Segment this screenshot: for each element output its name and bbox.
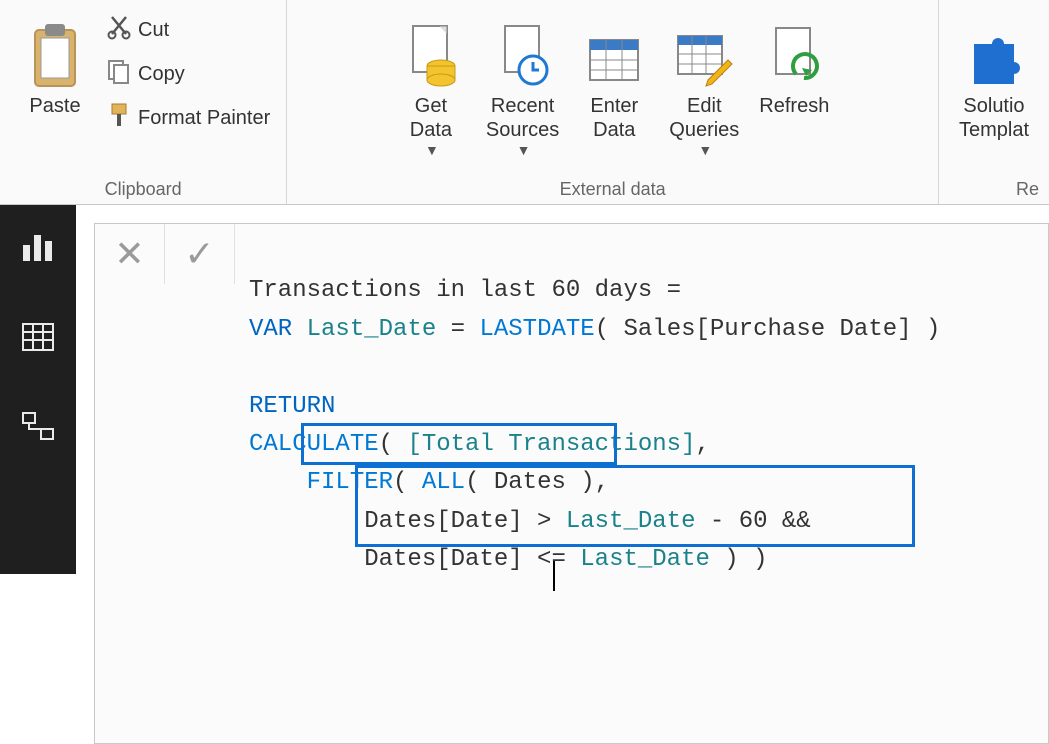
format-painter-label: Format Painter (138, 107, 270, 130)
caret-icon: ▼ (425, 142, 439, 159)
refresh-label: Refresh (759, 94, 829, 118)
paste-button[interactable]: Paste (10, 4, 100, 164)
formula-editor[interactable]: Transactions in last 60 days = VAR Last_… (235, 224, 954, 743)
paste-label: Paste (29, 94, 80, 118)
edit-queries-button[interactable]: Edit Queries▼ (659, 4, 749, 164)
code-text: Dates[Date] > (364, 508, 566, 535)
code-text: ( Sales[Purchase Date] ) (595, 316, 941, 343)
recent-sources-button[interactable]: Recent Sources▼ (476, 4, 569, 164)
table-pencil-icon (674, 10, 734, 90)
code-text: ( Dates ) (465, 469, 595, 496)
canvas-zone: ✕ ✓ Transactions in last 60 days = VAR L… (76, 205, 1049, 574)
var-name: Last_Date (307, 316, 437, 343)
fn-lastdate: LASTDATE (479, 316, 594, 343)
fn-filter: FILTER (307, 469, 393, 496)
code-text: , (695, 431, 709, 458)
indent (249, 546, 364, 573)
ribbon: Paste Cut Copy (0, 0, 1049, 205)
cut-label: Cut (138, 19, 169, 42)
formula-cancel-button[interactable]: ✕ (95, 224, 165, 284)
copy-button[interactable]: Copy (100, 52, 276, 96)
code-text: ( (393, 469, 422, 496)
get-data-button[interactable]: Get Data▼ (386, 4, 476, 164)
refresh-button[interactable]: Refresh (749, 4, 839, 164)
solution-templates-button[interactable]: Solutio Templat (949, 4, 1039, 164)
var-ref: Last_Date (566, 508, 696, 535)
enter-data-label: Enter Data (590, 94, 638, 142)
group-clipboard: Paste Cut Copy (0, 0, 287, 204)
code-text: = (551, 546, 580, 573)
recent-sources-label: Recent Sources (486, 94, 559, 142)
code-text: = (436, 316, 479, 343)
brush-icon (106, 102, 132, 134)
page-clock-icon (493, 10, 553, 90)
keyword-var: VAR (249, 316, 292, 343)
indent (249, 508, 364, 535)
nav-rail (0, 205, 76, 574)
page-refresh-icon (766, 10, 822, 90)
code-text: ( (379, 431, 408, 458)
solution-templates-label: Solutio Templat (959, 94, 1029, 142)
data-view-icon[interactable] (19, 318, 57, 359)
formula-bar: ✕ ✓ Transactions in last 60 days = VAR L… (94, 223, 1049, 744)
measure-ref: [Total Transactions] (407, 431, 695, 458)
table-icon (586, 10, 642, 90)
keyword-return: RETURN (249, 393, 335, 420)
group-external-data: Get Data▼ Recent Sources▼ (287, 0, 939, 204)
page-cylinder-icon (401, 10, 461, 90)
code-text: , (595, 469, 609, 496)
cut-button[interactable]: Cut (100, 8, 276, 52)
enter-data-button[interactable]: Enter Data (569, 4, 659, 164)
copy-label: Copy (138, 63, 185, 86)
edit-queries-label: Edit Queries (669, 94, 739, 142)
format-painter-button[interactable]: Format Painter (100, 96, 276, 140)
code-text: ) ) (710, 546, 768, 573)
caret-icon: ▼ (698, 142, 712, 159)
code-text: Transactions in last 60 days = (249, 277, 695, 304)
workspace: ✕ ✓ Transactions in last 60 days = VAR L… (0, 205, 1049, 574)
scissors-icon (106, 14, 132, 46)
report-view-icon[interactable] (19, 227, 57, 268)
code-text: - 60 && (695, 508, 810, 535)
puzzle-icon (964, 10, 1024, 90)
group-label-clipboard: Clipboard (105, 173, 182, 204)
clipboard-icon (27, 10, 83, 90)
caret-icon: ▼ (517, 142, 531, 159)
formula-commit-button[interactable]: ✓ (165, 224, 235, 284)
code-text: Dates[Date] < (364, 546, 551, 573)
fn-all: ALL (422, 469, 465, 496)
fn-calculate: CALCULATE (249, 431, 379, 458)
group-resources: Solutio Templat Re (939, 0, 1049, 204)
get-data-label: Get Data (410, 94, 452, 142)
group-label-external: External data (560, 173, 666, 204)
copy-icon (106, 58, 132, 90)
indent (249, 469, 307, 496)
group-label-resources: Re (1016, 173, 1039, 204)
var-ref: Last_Date (580, 546, 710, 573)
model-view-icon[interactable] (19, 409, 57, 450)
